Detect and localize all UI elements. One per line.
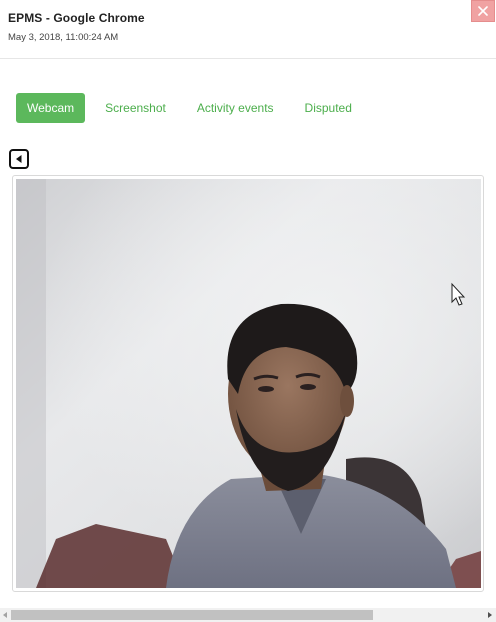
scroll-left-icon[interactable] xyxy=(1,611,9,619)
close-button[interactable] xyxy=(471,0,495,22)
window-header: EPMS - Google Chrome May 3, 2018, 11:00:… xyxy=(0,0,496,59)
triangle-left-icon xyxy=(16,155,22,163)
tab-screenshot[interactable]: Screenshot xyxy=(94,93,177,123)
tab-webcam[interactable]: Webcam xyxy=(16,93,86,123)
tab-activity-events[interactable]: Activity events xyxy=(186,93,285,123)
horizontal-scrollbar[interactable] xyxy=(0,608,496,622)
webcam-photo xyxy=(16,179,481,588)
back-button[interactable] xyxy=(9,149,29,169)
tab-bar: Webcam Screenshot Activity events Disput… xyxy=(16,93,372,123)
scrollbar-thumb[interactable] xyxy=(11,610,373,620)
tab-disputed[interactable]: Disputed xyxy=(294,93,363,123)
capture-timestamp: May 3, 2018, 11:00:24 AM xyxy=(8,32,119,43)
scroll-right-icon[interactable] xyxy=(486,611,494,619)
close-icon xyxy=(478,6,488,16)
window-title: EPMS - Google Chrome xyxy=(8,11,145,25)
